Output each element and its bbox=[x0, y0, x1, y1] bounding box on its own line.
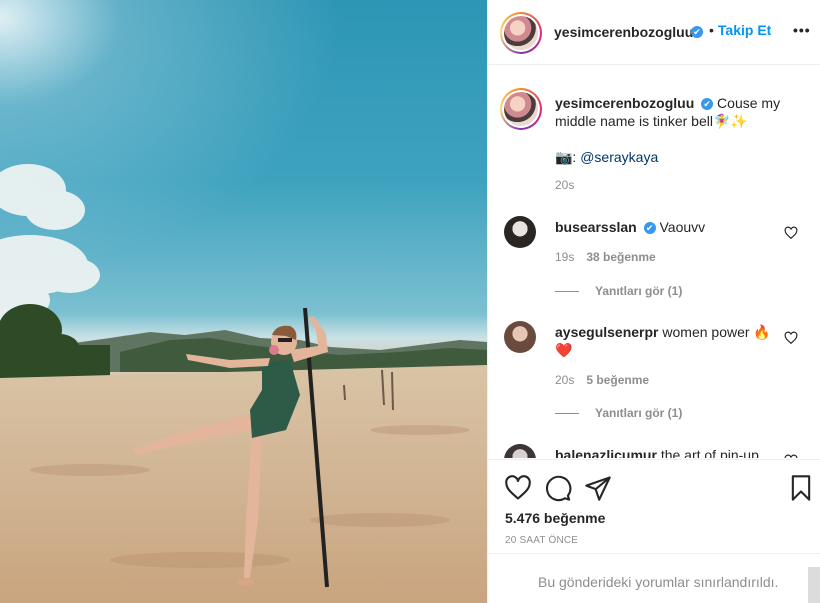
comment-time[interactable]: 19s bbox=[555, 250, 574, 264]
camera-credit-prefix: 📷: bbox=[555, 149, 581, 165]
commenter-username[interactable]: balenazlicumur bbox=[555, 447, 657, 458]
action-bar: 5.476 beğenme 20 SAAT ÖNCE bbox=[488, 459, 820, 553]
comment-body: busearsslan ✔ Vaouvv bbox=[555, 218, 775, 236]
like-comment-heart-icon[interactable] bbox=[784, 454, 798, 458]
post-timestamp[interactable]: 20 SAAT ÖNCE bbox=[505, 535, 578, 546]
comment-body: aysegulsenerpr women power 🔥 ❤️ bbox=[555, 323, 775, 359]
comment-likes[interactable]: 5 beğenme bbox=[586, 373, 649, 387]
post-header: yesimcerenbozogluu ✔ • Takip Et ••• bbox=[488, 0, 820, 65]
comment-text-line-2: ❤️ bbox=[555, 342, 573, 358]
verified-badge-icon: ✔ bbox=[701, 98, 714, 111]
comment-text: Vaouvv bbox=[659, 219, 706, 235]
commenter-username[interactable]: aysegulsenerpr bbox=[555, 324, 659, 340]
caption-author-avatar[interactable] bbox=[500, 88, 542, 130]
commenter-username[interactable]: busearsslan bbox=[555, 219, 637, 235]
view-replies-button[interactable]: Yanıtları gör (1) bbox=[555, 284, 682, 298]
comment-text: the art of pin-up bbox=[660, 447, 759, 458]
photo-credit: 📷: @seraykaya bbox=[555, 148, 795, 166]
commenter-avatar[interactable] bbox=[504, 321, 536, 353]
replies-divider bbox=[555, 413, 579, 415]
bookmark-icon[interactable] bbox=[787, 474, 815, 502]
comment-meta: 19s 38 beğenme bbox=[555, 250, 656, 264]
commenter-avatar[interactable] bbox=[504, 444, 536, 458]
follow-separator: • bbox=[709, 22, 714, 38]
author-username[interactable]: yesimcerenbozogluu bbox=[554, 24, 693, 40]
beach-scene-image bbox=[0, 0, 487, 603]
caption-timestamp[interactable]: 20s bbox=[555, 178, 574, 192]
comment-meta: 20s 5 beğenme bbox=[555, 373, 649, 387]
like-comment-heart-icon[interactable] bbox=[784, 331, 798, 345]
post-side-panel: yesimcerenbozogluu ✔ • Takip Et ••• yesim… bbox=[487, 0, 820, 603]
view-replies-button[interactable]: Yanıtları gör (1) bbox=[555, 406, 682, 420]
author-avatar[interactable] bbox=[500, 12, 542, 54]
verified-badge-icon: ✔ bbox=[691, 26, 703, 38]
caption-username[interactable]: yesimcerenbozogluu bbox=[555, 95, 694, 111]
verified-badge-icon: ✔ bbox=[643, 222, 656, 235]
credit-mention-link[interactable]: @seraykaya bbox=[580, 149, 658, 165]
view-replies-label: Yanıtları gör (1) bbox=[595, 284, 683, 298]
comments-restricted-text: Bu gönderideki yorumlar sınırlandırıldı. bbox=[538, 574, 779, 590]
comment-body: balenazlicumur the art of pin-up bbox=[555, 446, 775, 458]
follow-button[interactable]: • Takip Et bbox=[709, 22, 771, 38]
likes-count[interactable]: 5.476 beğenme bbox=[505, 510, 605, 526]
comments-list[interactable]: yesimcerenbozogluu ✔ Couse my middle nam… bbox=[488, 66, 820, 458]
comment-time[interactable]: 20s bbox=[555, 373, 574, 387]
like-comment-heart-icon[interactable] bbox=[784, 226, 798, 240]
scrollbar-thumb[interactable] bbox=[808, 567, 820, 603]
comment-text: women power 🔥 bbox=[662, 324, 771, 340]
comments-restricted-notice: Bu gönderideki yorumlar sınırlandırıldı. bbox=[488, 553, 820, 603]
caption: yesimcerenbozogluu ✔ Couse my middle nam… bbox=[555, 94, 795, 166]
replies-divider bbox=[555, 291, 579, 293]
follow-label: Takip Et bbox=[717, 22, 772, 38]
post-photo[interactable] bbox=[0, 0, 487, 603]
paper-plane-icon[interactable] bbox=[584, 474, 612, 502]
comment-bubble-icon[interactable] bbox=[544, 474, 572, 502]
commenter-avatar[interactable] bbox=[504, 216, 536, 248]
more-options-icon[interactable]: ••• bbox=[793, 22, 811, 38]
comment-likes[interactable]: 38 beğenme bbox=[586, 250, 655, 264]
view-replies-label: Yanıtları gör (1) bbox=[595, 406, 683, 420]
heart-outline-icon[interactable] bbox=[504, 474, 532, 502]
